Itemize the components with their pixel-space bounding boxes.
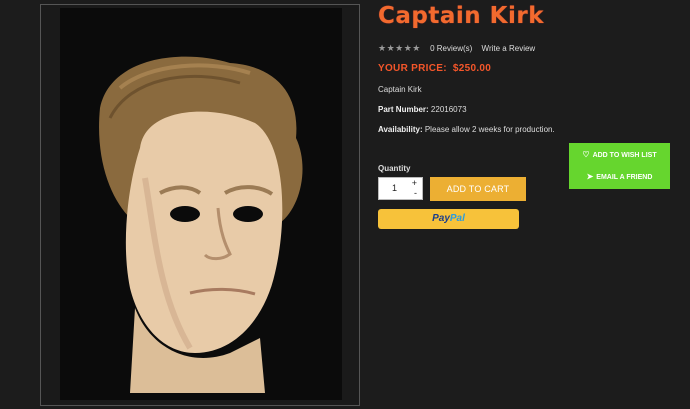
rating-stars: ★★★★★ <box>378 43 421 53</box>
email-friend-button[interactable]: ➤ EMAIL A FRIEND <box>569 168 670 186</box>
product-title: Captain Kirk <box>378 3 544 29</box>
add-to-wish-list-button[interactable]: ♡ ADD TO WISH LIST <box>569 146 670 164</box>
rating-row: ★★★★★ 0 Review(s) Write a Review <box>378 43 535 54</box>
paper-plane-icon: ➤ <box>586 172 594 181</box>
availability-value: Please allow 2 weeks for production. <box>424 125 555 134</box>
availability-row: Availability: Please allow 2 weeks for p… <box>378 125 555 134</box>
paypal-label-pay: Pay <box>432 213 450 224</box>
quantity-value[interactable]: 1 <box>392 183 397 193</box>
part-number-value: 22016073 <box>430 105 467 114</box>
paypal-button[interactable]: PayPal <box>378 209 519 229</box>
heart-icon: ♡ <box>582 150 590 159</box>
part-number-label: Part Number: <box>378 105 429 114</box>
add-to-cart-button[interactable]: ADD TO CART <box>430 177 526 201</box>
write-review-link[interactable]: Write a Review <box>482 44 536 53</box>
part-number-row: Part Number: 22016073 <box>378 105 467 114</box>
side-actions-panel: ♡ ADD TO WISH LIST ➤ EMAIL A FRIEND <box>569 143 670 189</box>
availability-label: Availability: <box>378 125 423 134</box>
quantity-label: Quantity <box>378 164 411 173</box>
quantity-stepper[interactable]: 1 + - <box>378 177 423 200</box>
price-label: YOUR PRICE: <box>378 63 447 74</box>
price-value: $250.00 <box>452 63 492 74</box>
paypal-label-pal: Pal <box>449 213 465 224</box>
price-row: YOUR PRICE: $250.00 <box>378 63 491 74</box>
wish-list-label: ADD TO WISH LIST <box>592 152 657 159</box>
reviews-link[interactable]: 0 Review(s) <box>430 44 472 53</box>
quantity-decrement-button[interactable]: - <box>414 189 417 198</box>
quantity-increment-button[interactable]: + <box>412 179 417 188</box>
mask-image <box>60 8 342 400</box>
email-friend-label: EMAIL A FRIEND <box>596 174 653 181</box>
product-description: Captain Kirk <box>378 85 422 94</box>
product-photo[interactable] <box>60 8 342 400</box>
product-image-frame <box>40 4 360 406</box>
